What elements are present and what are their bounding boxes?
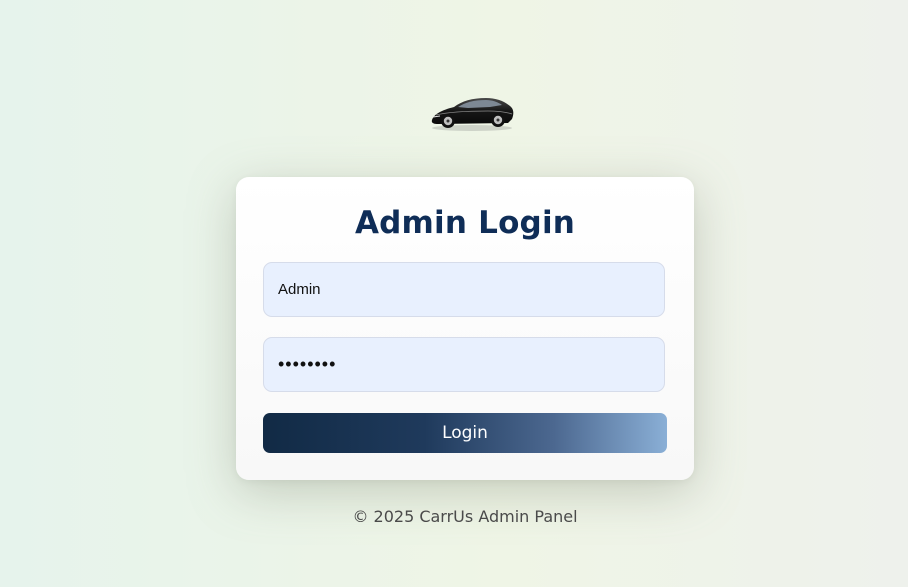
login-card: Admin Login Login [236, 177, 694, 480]
login-button[interactable]: Login [263, 413, 667, 453]
username-field[interactable] [263, 262, 665, 317]
footer-copyright: © 2025 CarrUs Admin Panel [352, 507, 578, 526]
page-title: Admin Login [354, 205, 576, 241]
car-logo-icon [428, 92, 516, 134]
password-field[interactable] [263, 337, 665, 392]
